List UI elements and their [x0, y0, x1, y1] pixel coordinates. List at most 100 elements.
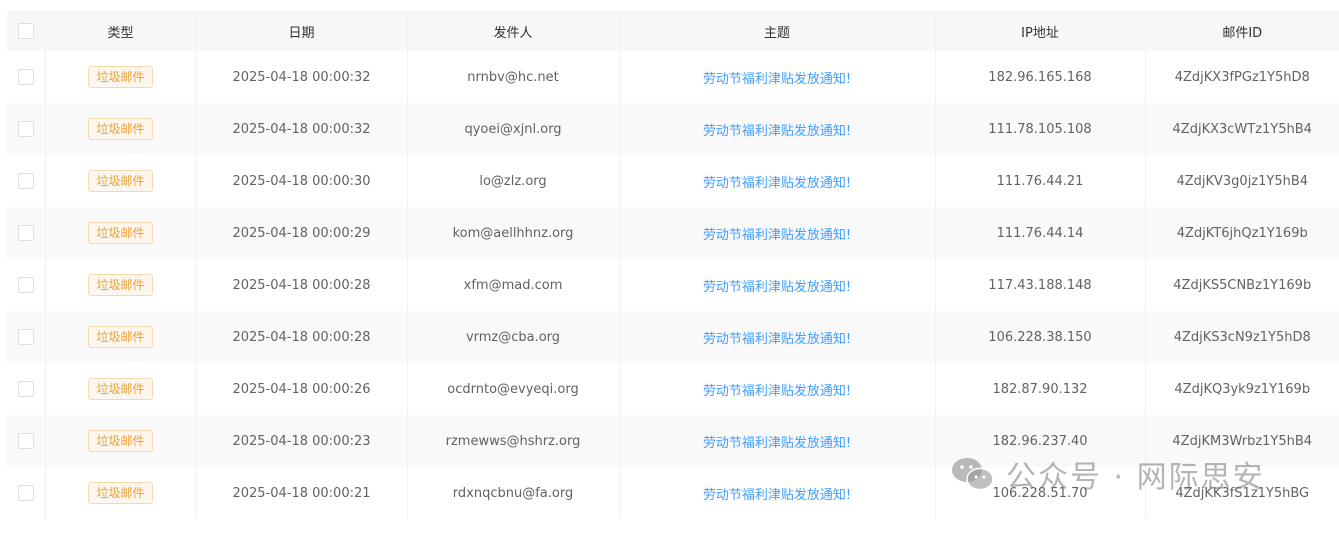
row-select-cell	[7, 311, 46, 363]
date-cell: 2025-04-18 00:00:28	[196, 259, 408, 311]
sender-cell: lo@zlz.org	[407, 155, 620, 207]
date-cell: 2025-04-18 00:00:21	[196, 467, 408, 519]
mail-id-cell: 4ZdjKV3g0jz1Y5hB4	[1176, 173, 1309, 189]
mail-log-table-container: 类型 日期 发件人 主题 IP地址 邮件ID 垃圾邮件 2025-04-18 00…	[7, 11, 1339, 519]
mail-id-cell: 4ZdjKX3cWTz1Y5hB4	[1172, 121, 1312, 137]
sender-cell: vrmz@cba.org	[407, 311, 620, 363]
column-header-sender[interactable]: 发件人	[407, 11, 620, 51]
row-checkbox[interactable]	[17, 173, 34, 189]
table-row[interactable]: 垃圾邮件 2025-04-18 00:00:23 rzmewws@hshrz.org…	[7, 415, 1339, 467]
subject-cell: 劳动节福利津贴发放通知!	[619, 415, 936, 467]
table-row[interactable]: 垃圾邮件 2025-04-18 00:00:26 ocdrnto@evyeqi.or…	[7, 363, 1339, 415]
date-cell: 2025-04-18 00:00:32	[196, 51, 408, 103]
ip-cell: 106.228.51.70	[935, 467, 1146, 519]
row-select-cell	[7, 207, 46, 259]
column-header-ip[interactable]: IP地址	[935, 11, 1146, 51]
ip-cell: 182.87.90.132	[935, 363, 1146, 415]
type-tag: 垃圾邮件	[88, 274, 153, 296]
ip-cell: 111.76.44.21	[935, 155, 1146, 207]
subject-link[interactable]: 劳动节福利津贴发放通知!	[703, 384, 851, 399]
type-tag: 垃圾邮件	[88, 482, 153, 504]
type-tag: 垃圾邮件	[88, 170, 153, 192]
type-cell: 垃圾邮件	[45, 467, 197, 519]
subject-link[interactable]: 劳动节福利津贴发放通知!	[703, 280, 851, 295]
subject-cell: 劳动节福利津贴发放通知!	[619, 207, 936, 259]
type-cell: 垃圾邮件	[45, 51, 197, 103]
subject-cell: 劳动节福利津贴发放通知!	[619, 467, 936, 519]
select-all-cell	[7, 11, 46, 51]
sender-cell: qyoei@xjnl.org	[407, 103, 620, 155]
sender-cell: ocdrnto@evyeqi.org	[407, 363, 620, 415]
row-checkbox[interactable]	[17, 433, 34, 449]
subject-cell: 劳动节福利津贴发放通知!	[619, 51, 936, 103]
sender-cell: xfm@mad.com	[407, 259, 620, 311]
sender-cell: nrnbv@hc.net	[407, 51, 620, 103]
column-header-mail-id[interactable]: 邮件ID	[1145, 11, 1339, 51]
column-header-date[interactable]: 日期	[196, 11, 408, 51]
type-tag: 垃圾邮件	[88, 430, 153, 452]
ip-cell: 106.228.38.150	[935, 311, 1146, 363]
column-header-type[interactable]: 类型	[45, 11, 197, 51]
row-checkbox[interactable]	[17, 485, 34, 501]
row-select-cell	[7, 467, 46, 519]
mail-id-cell: 4ZdjKK3fS1z1Y5hBG	[1175, 485, 1310, 501]
type-tag: 垃圾邮件	[88, 326, 153, 348]
row-checkbox[interactable]	[17, 277, 34, 293]
subject-link[interactable]: 劳动节福利津贴发放通知!	[703, 332, 851, 347]
subject-link[interactable]: 劳动节福利津贴发放通知!	[703, 228, 851, 243]
row-select-cell	[7, 155, 46, 207]
select-all-checkbox[interactable]	[17, 23, 34, 39]
subject-link[interactable]: 劳动节福利津贴发放通知!	[703, 436, 851, 451]
ip-cell: 182.96.165.168	[935, 51, 1146, 103]
ip-cell: 117.43.188.148	[935, 259, 1146, 311]
subject-link[interactable]: 劳动节福利津贴发放通知!	[703, 124, 851, 139]
type-cell: 垃圾邮件	[45, 311, 197, 363]
subject-link[interactable]: 劳动节福利津贴发放通知!	[703, 72, 851, 87]
table-row[interactable]: 垃圾邮件 2025-04-18 00:00:32 nrnbv@hc.net 劳动节福利…	[7, 51, 1339, 103]
subject-cell: 劳动节福利津贴发放通知!	[619, 363, 936, 415]
subject-link[interactable]: 劳动节福利津贴发放通知!	[703, 488, 851, 503]
ip-cell: 111.76.44.14	[935, 207, 1146, 259]
row-checkbox[interactable]	[17, 381, 34, 397]
row-checkbox[interactable]	[17, 225, 34, 241]
mail-id-cell: 4ZdjKM3Wrbz1Y5hB4	[1172, 433, 1313, 449]
mail-id-cell: 4ZdjKT6jhQz1Y169b	[1176, 225, 1308, 241]
date-cell: 2025-04-18 00:00:30	[196, 155, 408, 207]
table-row[interactable]: 垃圾邮件 2025-04-18 00:00:29 kom@aellhhnz.org 劳…	[7, 207, 1339, 259]
subject-cell: 劳动节福利津贴发放通知!	[619, 311, 936, 363]
type-cell: 垃圾邮件	[45, 103, 197, 155]
subject-link[interactable]: 劳动节福利津贴发放通知!	[703, 176, 851, 191]
row-checkbox[interactable]	[17, 69, 34, 85]
table-row[interactable]: 垃圾邮件 2025-04-18 00:00:30 lo@zlz.org 劳动节福利津贴…	[7, 155, 1339, 207]
table-row[interactable]: 垃圾邮件 2025-04-18 00:00:28 vrmz@cba.org 劳动节福利…	[7, 311, 1339, 363]
row-checkbox[interactable]	[17, 121, 34, 137]
date-cell: 2025-04-18 00:00:32	[196, 103, 408, 155]
column-header-subject[interactable]: 主题	[619, 11, 936, 51]
row-checkbox[interactable]	[17, 329, 34, 345]
row-select-cell	[7, 259, 46, 311]
type-cell: 垃圾邮件	[45, 259, 197, 311]
date-cell: 2025-04-18 00:00:23	[196, 415, 408, 467]
row-select-cell	[7, 51, 46, 103]
type-tag: 垃圾邮件	[88, 66, 153, 88]
ip-cell: 111.78.105.108	[935, 103, 1146, 155]
type-tag: 垃圾邮件	[88, 118, 153, 140]
type-cell: 垃圾邮件	[45, 155, 197, 207]
mail-id-cell: 4ZdjKS5CNBz1Y169b	[1173, 277, 1312, 293]
sender-cell: rdxnqcbnu@fa.org	[407, 467, 620, 519]
row-select-cell	[7, 363, 46, 415]
table-body: 垃圾邮件 2025-04-18 00:00:32 nrnbv@hc.net 劳动节福利…	[7, 51, 1339, 519]
row-select-cell	[7, 415, 46, 467]
table-row[interactable]: 垃圾邮件 2025-04-18 00:00:32 qyoei@xjnl.org 劳动节…	[7, 103, 1339, 155]
table-header-row: 类型 日期 发件人 主题 IP地址 邮件ID	[7, 11, 1339, 51]
table-row[interactable]: 垃圾邮件 2025-04-18 00:00:21 rdxnqcbnu@fa.org 劳…	[7, 467, 1339, 519]
ip-cell: 182.96.237.40	[935, 415, 1146, 467]
subject-cell: 劳动节福利津贴发放通知!	[619, 259, 936, 311]
type-tag: 垃圾邮件	[88, 378, 153, 400]
type-cell: 垃圾邮件	[45, 363, 197, 415]
type-tag: 垃圾邮件	[88, 222, 153, 244]
table-row[interactable]: 垃圾邮件 2025-04-18 00:00:28 xfm@mad.com 劳动节福利津…	[7, 259, 1339, 311]
sender-cell: rzmewws@hshrz.org	[407, 415, 620, 467]
date-cell: 2025-04-18 00:00:29	[196, 207, 408, 259]
sender-cell: kom@aellhhnz.org	[407, 207, 620, 259]
